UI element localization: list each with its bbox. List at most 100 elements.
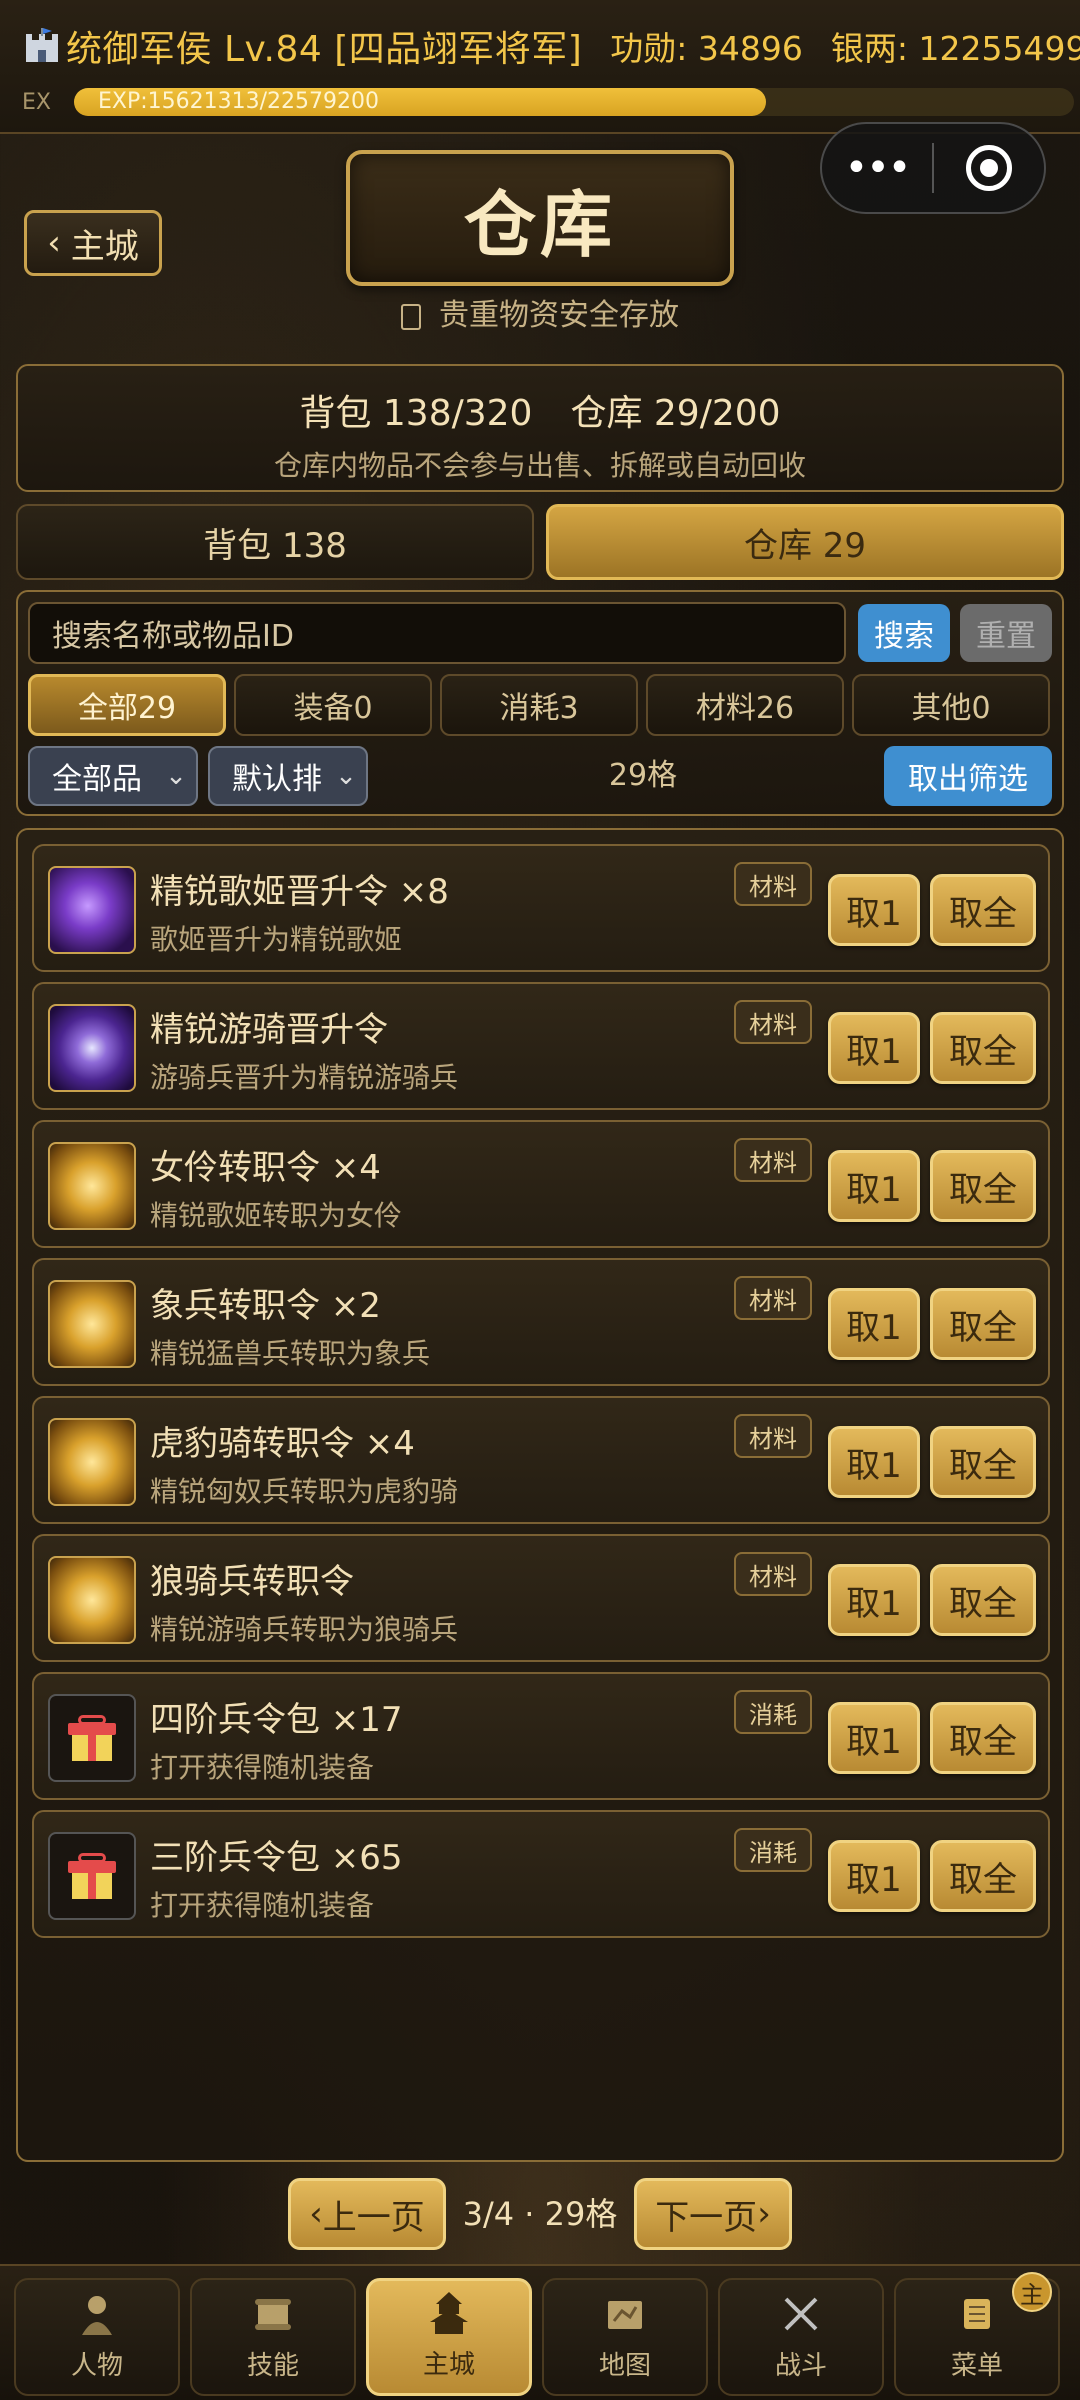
miniprogram-capsule: ••• (820, 122, 1046, 214)
exp-text: EXP:15621313/22579200 (98, 89, 380, 114)
exp-track: EXP:15621313/22579200 (74, 88, 1074, 116)
next-page-label: 下一页 (655, 2197, 758, 2238)
subtitle-text: 贵重物资安全存放 (439, 298, 679, 333)
close-miniprogram-icon[interactable] (934, 145, 1044, 191)
take-all-button[interactable]: 取全 (930, 1150, 1036, 1222)
take-one-button[interactable]: 取1 (828, 1288, 920, 1360)
take-one-button[interactable]: 取1 (828, 1564, 920, 1636)
take-one-button[interactable]: 取1 (828, 874, 920, 946)
page-title-plate: 仓库 (346, 150, 734, 286)
item-name: 精锐歌姬晋升令 ×8 (150, 872, 449, 912)
item-name: 四阶兵令包 ×17 (150, 1700, 403, 1740)
take-one-button[interactable]: 取1 (828, 1840, 920, 1912)
gift-box-icon (48, 1694, 136, 1782)
purple-scroll-icon (48, 866, 136, 954)
nav-label: 人物 (70, 2351, 123, 2381)
list-item[interactable]: 女伶转职令 ×4 精锐歌姬转职为女伶 材料 取1 取全 (32, 1120, 1050, 1248)
tab-bag[interactable]: 背包 138 (16, 504, 534, 580)
item-name: 精锐游骑晋升令 (150, 1010, 388, 1050)
filtered-count: 29格 (608, 758, 678, 793)
item-type-badge: 材料 (734, 1552, 812, 1596)
item-description: 游骑兵晋升为精锐游骑兵 (150, 1061, 459, 1094)
nav-menu[interactable]: 菜单 主 (894, 2272, 1060, 2396)
take-all-button[interactable]: 取全 (930, 1012, 1036, 1084)
list-item[interactable]: 三阶兵令包 ×65 打开获得随机装备 消耗 取1 取全 (32, 1810, 1050, 1938)
notification-badge: 主 (1012, 2272, 1052, 2312)
category-material[interactable]: 材料26 (646, 674, 844, 736)
category-other[interactable]: 其他0 (852, 674, 1050, 736)
take-all-button[interactable]: 取全 (930, 1564, 1036, 1636)
quality-select[interactable]: 全部品 ⌄ (28, 746, 198, 806)
exp-label: EX (22, 89, 51, 115)
item-list: 精锐歌姬晋升令 ×8 歌姬晋升为精锐歌姬 材料 取1 取全精锐游骑晋升令游骑兵晋升为精锐… (16, 828, 1064, 2162)
castle-icon (26, 28, 58, 62)
capacity-note: 仓库内物品不会参与出售、拆解或自动回收 (273, 449, 806, 482)
item-name: 女伶转职令 ×4 (150, 1148, 381, 1188)
gold-token-icon (48, 1142, 136, 1230)
category-consumable[interactable]: 消耗3 (440, 674, 638, 736)
nav-label: 技能 (246, 2351, 299, 2381)
take-one-button[interactable]: 取1 (828, 1150, 920, 1222)
take-one-button[interactable]: 取1 (828, 1012, 920, 1084)
list-item[interactable]: 狼骑兵转职令 精锐游骑兵转职为狼骑兵 材料 取1 取全 (32, 1534, 1050, 1662)
item-type-badge: 消耗 (734, 1828, 812, 1872)
take-one-button[interactable]: 取1 (828, 1426, 920, 1498)
exp-bar: EX EXP:15621313/22579200 (22, 84, 1074, 120)
nav-city[interactable]: 主城 (366, 2278, 532, 2396)
list-item[interactable]: 虎豹骑转职令 ×4 精锐匈奴兵转职为虎豹骑 材料 取1 取全 (32, 1396, 1050, 1524)
take-filtered-button[interactable]: 取出筛选 (884, 746, 1052, 806)
item-name: 狼骑兵转职令 (150, 1562, 354, 1602)
take-all-button[interactable]: 取全 (930, 1426, 1036, 1498)
item-name: 象兵转职令 ×2 (150, 1286, 381, 1326)
reset-button[interactable]: 重置 (960, 604, 1052, 662)
take-all-button[interactable]: 取全 (930, 1702, 1036, 1774)
take-all-button[interactable]: 取全 (930, 1840, 1036, 1912)
nav-skill[interactable]: 技能 (190, 2278, 356, 2396)
chevron-down-icon: ⌄ (335, 761, 357, 791)
tab-storage[interactable]: 仓库 29 (546, 504, 1064, 580)
item-type-badge: 材料 (734, 1000, 812, 1044)
search-input[interactable]: 搜索名称或物品ID (28, 602, 846, 664)
lock-box-icon (401, 303, 421, 330)
item-description: 精锐匈奴兵转职为虎豹骑 (150, 1475, 459, 1508)
skill-scroll-icon (255, 2299, 291, 2330)
list-item[interactable]: 四阶兵令包 ×17 打开获得随机装备 消耗 取1 取全 (32, 1672, 1050, 1800)
back-to-city-button[interactable]: ‹ 主城 (24, 210, 162, 276)
prev-page-label: 上一页 (322, 2197, 425, 2238)
sort-select[interactable]: 默认排 ⌄ (208, 746, 368, 806)
item-description: 精锐歌姬转职为女伶 (150, 1199, 403, 1232)
gold-token-icon (48, 1418, 136, 1506)
silver-value: 银两: 12255499 (830, 29, 1080, 68)
nav-label: 地图 (598, 2351, 651, 2381)
gift-box-icon (48, 1832, 136, 1920)
item-type-badge: 材料 (734, 1138, 812, 1182)
gold-token-icon (48, 1556, 136, 1644)
list-item[interactable]: 精锐歌姬晋升令 ×8 歌姬晋升为精锐歌姬 材料 取1 取全 (32, 844, 1050, 972)
nav-battle[interactable]: 战斗 (718, 2278, 884, 2396)
item-description: 打开获得随机装备 (150, 1751, 375, 1784)
search-button[interactable]: 搜索 (858, 604, 950, 662)
item-name: 三阶兵令包 ×65 (150, 1838, 403, 1878)
category-equipment[interactable]: 装备0 (234, 674, 432, 736)
item-description: 打开获得随机装备 (150, 1889, 375, 1922)
nav-label: 主城 (422, 2350, 475, 2380)
capacity-panel: 背包 138/320 仓库 29/200 仓库内物品不会参与出售、拆解或自动回收 (16, 364, 1064, 492)
take-one-button[interactable]: 取1 (828, 1702, 920, 1774)
item-type-badge: 消耗 (734, 1690, 812, 1734)
next-page-button[interactable]: 下一页 › (634, 2178, 792, 2250)
nav-map[interactable]: 地图 (542, 2278, 708, 2396)
list-item[interactable]: 精锐游骑晋升令游骑兵晋升为精锐游骑兵 材料 取1 取全 (32, 982, 1050, 1110)
take-all-button[interactable]: 取全 (930, 874, 1036, 946)
take-all-button[interactable]: 取全 (930, 1288, 1036, 1360)
sort-select-value: 默认排 (232, 762, 322, 797)
status-bar: 统御军侯 Lv.84 [四品翊军将军] 功勋: 34896 银两: 122554… (0, 0, 1080, 134)
nav-character[interactable]: 人物 (14, 2278, 180, 2396)
page-info: 3/4 · 29格 (462, 2195, 618, 2233)
list-item[interactable]: 象兵转职令 ×2 精锐猛兽兵转职为象兵 材料 取1 取全 (32, 1258, 1050, 1386)
nav-label: 菜单 (950, 2351, 1003, 2381)
chevron-left-icon: ‹ (309, 2194, 323, 2234)
prev-page-button[interactable]: ‹ 上一页 (288, 2178, 446, 2250)
category-all[interactable]: 全部29 (28, 674, 226, 736)
item-name: 虎豹骑转职令 ×4 (150, 1424, 415, 1464)
more-options-icon[interactable]: ••• (822, 145, 932, 191)
